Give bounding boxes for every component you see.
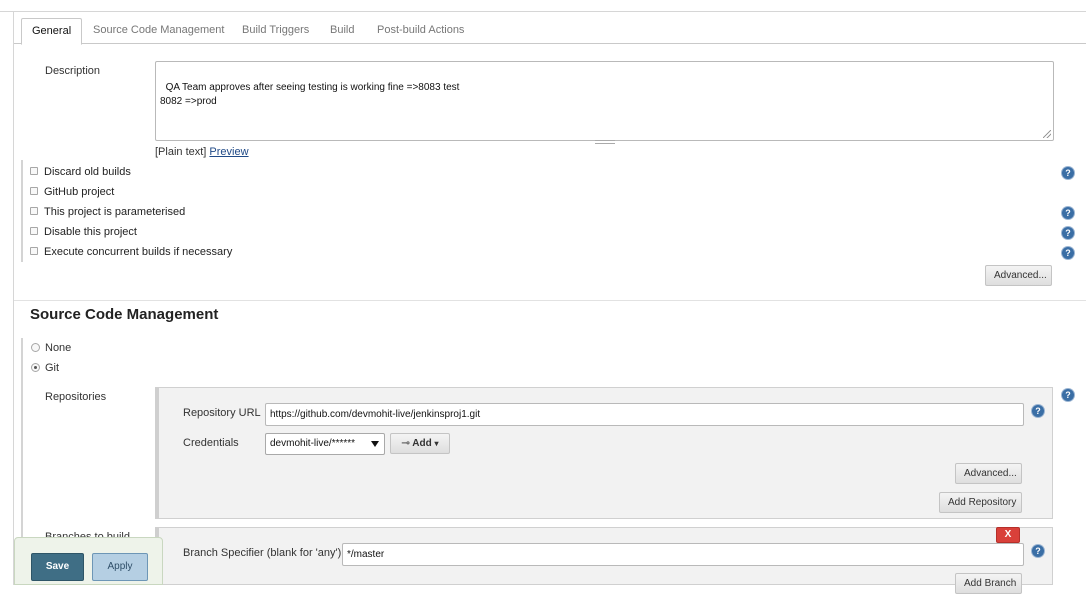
- options-group-bar: [21, 160, 23, 262]
- disable-project-label: Disable this project: [44, 226, 137, 238]
- description-text: QA Team approves after seeing testing is…: [160, 82, 460, 107]
- delete-branch-button[interactable]: X: [996, 527, 1020, 543]
- config-tab-bar: General Source Code Management Build Tri…: [14, 18, 1086, 45]
- github-project-label: GitHub project: [44, 186, 115, 198]
- add-credentials-label: Add: [412, 438, 432, 449]
- github-project-checkbox[interactable]: [30, 187, 38, 195]
- chevron-down-icon: ▾: [434, 439, 439, 448]
- key-icon: ⊸: [401, 438, 410, 449]
- parameterised-checkbox[interactable]: [30, 207, 38, 215]
- apply-button[interactable]: Apply: [92, 553, 148, 581]
- disable-project-checkbox[interactable]: [30, 227, 38, 235]
- tab-build[interactable]: Build: [320, 18, 364, 44]
- add-credentials-button[interactable]: ⊸ Add ▾: [390, 433, 450, 454]
- repositories-label: Repositories: [45, 391, 107, 403]
- branch-specifier-label: Branch Specifier (blank for 'any'): [183, 547, 342, 559]
- description-textarea[interactable]: QA Team approves after seeing testing is…: [155, 61, 1054, 141]
- top-frame: [0, 0, 1086, 12]
- tab-general[interactable]: General: [21, 18, 83, 45]
- resize-handle[interactable]: [1043, 130, 1051, 138]
- help-icon[interactable]: ?: [1032, 405, 1044, 417]
- repository-url-label: Repository URL: [183, 407, 261, 419]
- description-label: Description: [45, 65, 101, 77]
- section-divider: [14, 300, 1086, 301]
- tab-source-code-management[interactable]: Source Code Management: [83, 18, 234, 44]
- plain-text-row: [Plain text] Preview: [155, 146, 249, 158]
- credentials-label: Credentials: [183, 437, 239, 449]
- parameterised-label: This project is parameterised: [44, 206, 186, 218]
- help-icon[interactable]: ?: [1062, 167, 1074, 179]
- scm-git-label: Git: [45, 362, 60, 374]
- preview-link[interactable]: Preview: [209, 146, 248, 158]
- chevron-down-icon: [371, 441, 379, 447]
- help-icon[interactable]: ?: [1032, 545, 1044, 557]
- repository-url-input[interactable]: https://github.com/devmohit-live/jenkins…: [265, 403, 1024, 426]
- credentials-select[interactable]: devmohit-live/******: [265, 433, 385, 455]
- textarea-grip[interactable]: [595, 140, 615, 144]
- scm-none-label: None: [45, 342, 72, 354]
- scm-none-radio[interactable]: [31, 343, 40, 352]
- scm-section-title: Source Code Management: [30, 306, 219, 323]
- tab-post-build-actions[interactable]: Post-build Actions: [367, 18, 474, 44]
- left-frame-line: [13, 12, 14, 585]
- add-branch-button[interactable]: Add Branch: [955, 573, 1022, 594]
- help-icon[interactable]: ?: [1062, 247, 1074, 259]
- branch-specifier-input[interactable]: */master: [342, 543, 1024, 566]
- discard-old-builds-label: Discard old builds: [44, 166, 131, 178]
- concurrent-builds-checkbox[interactable]: [30, 247, 38, 255]
- scm-git-radio[interactable]: [31, 363, 40, 372]
- plain-text-label: [Plain text]: [155, 146, 207, 158]
- add-repository-button[interactable]: Add Repository: [939, 492, 1022, 513]
- repository-advanced-button[interactable]: Advanced...: [955, 463, 1022, 484]
- concurrent-builds-label: Execute concurrent builds if necessary: [44, 246, 233, 258]
- tab-build-triggers[interactable]: Build Triggers: [232, 18, 319, 44]
- help-icon[interactable]: ?: [1062, 389, 1074, 401]
- help-icon[interactable]: ?: [1062, 207, 1074, 219]
- repository-panel-bar: [155, 387, 159, 519]
- save-button[interactable]: Save: [31, 553, 84, 581]
- credentials-value: devmohit-live/******: [270, 438, 356, 449]
- help-icon[interactable]: ?: [1062, 227, 1074, 239]
- general-advanced-button[interactable]: Advanced...: [985, 265, 1052, 286]
- discard-old-builds-checkbox[interactable]: [30, 167, 38, 175]
